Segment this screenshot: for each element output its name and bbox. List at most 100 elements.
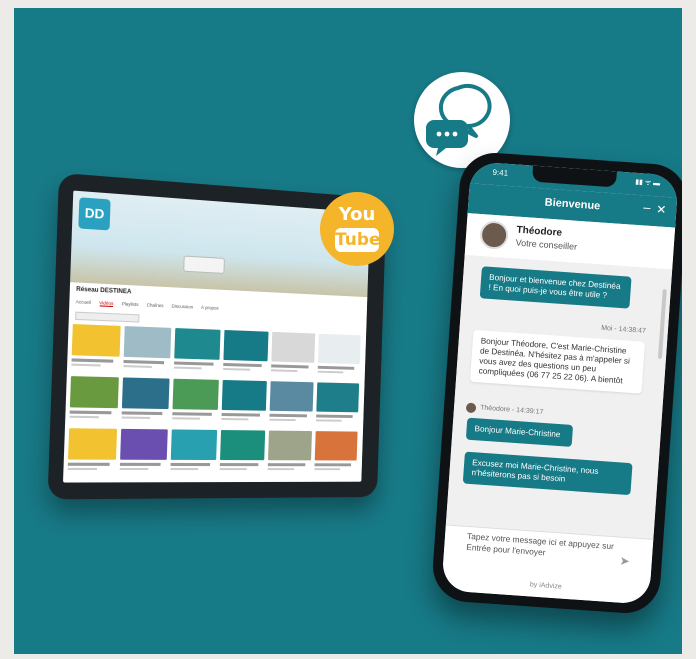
video-thumbnail[interactable]: [221, 379, 267, 411]
chat-messages: Bonjour et bienvenue chez Destinéa ! En …: [445, 255, 673, 539]
message-input[interactable]: Tapez votre message ici et appuyez sur E…: [466, 531, 617, 562]
video-title-line: [267, 463, 306, 467]
channel-tab[interactable]: Vidéos: [99, 300, 114, 308]
van-image: [183, 255, 225, 274]
minimize-icon[interactable]: –: [643, 199, 651, 214]
video-card[interactable]: [221, 379, 269, 429]
video-meta-line: [121, 416, 151, 419]
agent-role: Votre conseiller: [515, 237, 578, 252]
video-thumbnail[interactable]: [68, 428, 118, 460]
video-meta-line: [316, 419, 342, 422]
message-bubble-user: Bonjour Théodore, C'est Marie-Christine …: [469, 329, 646, 394]
video-thumbnail[interactable]: [71, 324, 121, 357]
chat-widget-screen: 9:41 ▮▮ ᯤ ▬ Bienvenue – ✕ Théodore Votre…: [441, 161, 679, 605]
channel-logo[interactable]: DD: [78, 197, 111, 231]
video-thumbnail[interactable]: [123, 326, 172, 359]
video-card[interactable]: [170, 429, 219, 478]
video-card[interactable]: [223, 329, 271, 379]
status-time: 9:41: [492, 167, 509, 178]
video-meta-line: [267, 468, 295, 471]
youtube-badge: You Tube: [320, 192, 394, 266]
channel-tab[interactable]: À propos: [201, 305, 219, 312]
video-card[interactable]: [119, 428, 169, 478]
video-title-line: [314, 463, 352, 467]
youtube-you-text: You: [338, 204, 376, 225]
video-meta-line: [67, 467, 98, 471]
sort-dropdown[interactable]: [75, 311, 140, 323]
video-title-line: [271, 364, 309, 369]
video-card[interactable]: [269, 381, 315, 429]
video-thumbnail[interactable]: [220, 430, 266, 461]
video-card[interactable]: [121, 377, 171, 427]
channel-tab[interactable]: Accueil: [76, 299, 91, 306]
video-card[interactable]: [71, 324, 123, 375]
video-card[interactable]: [172, 378, 221, 428]
video-card[interactable]: [69, 376, 121, 427]
video-card[interactable]: [270, 331, 317, 381]
video-card[interactable]: [267, 430, 313, 478]
send-icon[interactable]: ➤: [619, 554, 630, 569]
video-title-line: [219, 463, 259, 467]
video-card[interactable]: [173, 328, 223, 378]
video-card[interactable]: [314, 431, 359, 478]
channel-tab[interactable]: Chaînes: [146, 302, 164, 309]
video-meta-line: [317, 370, 344, 374]
video-meta-line: [221, 417, 249, 421]
video-card[interactable]: [316, 382, 361, 429]
channel-tab[interactable]: Playlists: [122, 301, 139, 308]
video-thumbnail[interactable]: [317, 333, 361, 365]
video-thumbnail[interactable]: [172, 378, 219, 410]
status-icons: ▮▮ ᯤ ▬: [634, 178, 661, 188]
video-thumbnail[interactable]: [316, 382, 360, 413]
video-title-line: [119, 462, 161, 466]
video-thumbnail[interactable]: [174, 328, 221, 360]
video-title-line: [121, 411, 163, 416]
video-meta-line: [123, 365, 152, 368]
video-title-line: [170, 462, 211, 467]
video-meta-line: [69, 415, 99, 419]
video-meta-line: [270, 369, 298, 373]
video-title-line: [69, 410, 112, 415]
background-panel: DD Réseau DESTINEA Accueil Vidéos Playlist…: [14, 8, 682, 654]
video-title-line: [221, 412, 261, 417]
video-thumbnail[interactable]: [223, 329, 269, 362]
video-thumbnail[interactable]: [271, 331, 316, 363]
agent-name: Théodore: [516, 224, 563, 239]
video-card[interactable]: [219, 430, 267, 478]
video-thumbnail[interactable]: [170, 429, 218, 461]
channel-tab[interactable]: Discussion: [171, 304, 193, 311]
scrollbar[interactable]: [657, 288, 667, 360]
video-grid: [67, 324, 362, 478]
message-bubble-agent: Excusez moi Marie-Christine, nous n'hési…: [462, 451, 633, 496]
message-bubble-agent: Bonjour et bienvenue chez Destinéa ! En …: [479, 266, 632, 309]
video-title-line: [317, 365, 355, 370]
channel-tabs: Accueil Vidéos Playlists Chaînes Discussion À…: [76, 299, 219, 312]
video-title-line: [123, 359, 165, 365]
message-meta: Théodore - 14:39:17: [479, 404, 544, 416]
phone-device: 9:41 ▮▮ ᯤ ▬ Bienvenue – ✕ Théodore Votre…: [430, 150, 682, 616]
video-meta-line: [219, 468, 247, 471]
video-thumbnail[interactable]: [269, 381, 314, 412]
video-meta-line: [173, 366, 202, 370]
video-thumbnail[interactable]: [268, 430, 312, 461]
video-title-line: [223, 362, 262, 368]
video-card[interactable]: [123, 326, 173, 377]
video-thumbnail[interactable]: [69, 376, 119, 409]
video-meta-line: [172, 417, 200, 420]
channel-name: Réseau DESTINEA: [76, 286, 132, 296]
video-meta-line: [314, 468, 341, 471]
agent-avatar: [479, 220, 510, 250]
close-icon[interactable]: ✕: [656, 202, 667, 217]
video-title-line: [269, 413, 307, 418]
video-thumbnail[interactable]: [314, 431, 358, 461]
video-card[interactable]: [317, 333, 362, 382]
video-thumbnail[interactable]: [121, 377, 170, 410]
video-title-line: [67, 462, 110, 466]
video-title-line: [172, 412, 212, 416]
video-card[interactable]: [67, 428, 119, 478]
agent-mini-avatar: [465, 402, 477, 414]
video-title-line: [71, 358, 114, 363]
video-meta-line: [170, 468, 199, 471]
video-thumbnail[interactable]: [120, 428, 168, 460]
message-meta: Moi - 14:38:47: [600, 324, 647, 335]
